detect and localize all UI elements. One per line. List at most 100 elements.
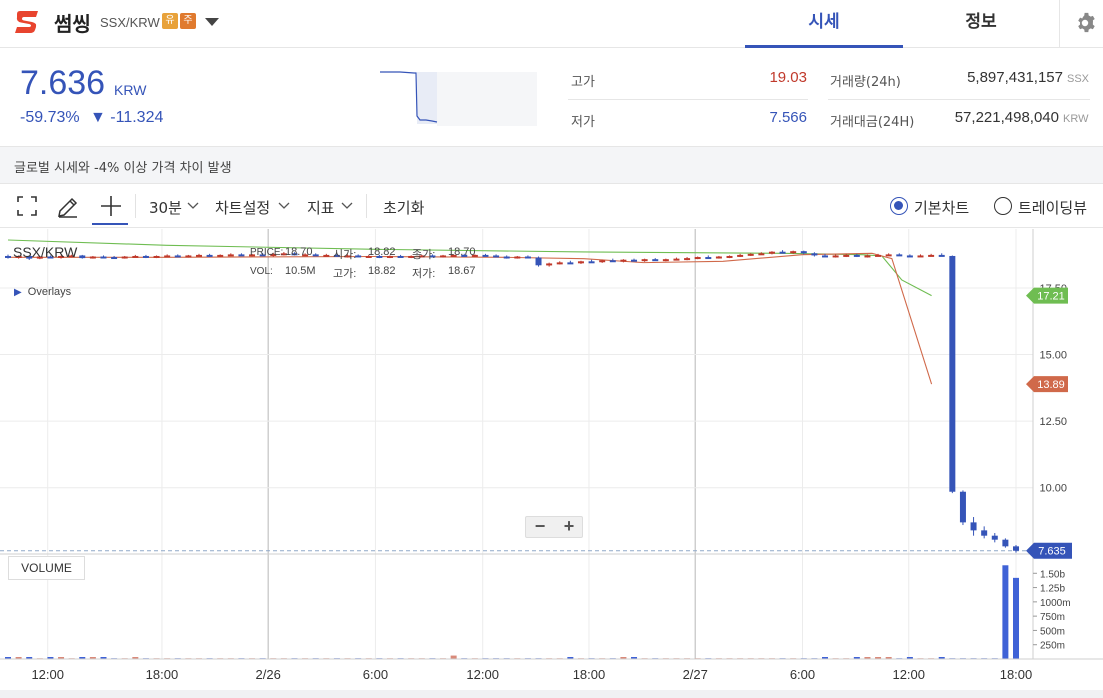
candle-body bbox=[440, 255, 447, 258]
candle-body bbox=[822, 255, 829, 258]
candle-body bbox=[174, 255, 181, 258]
y-tick-label: 12.50 bbox=[1039, 416, 1067, 428]
x-tick-label: 18:00 bbox=[146, 667, 179, 682]
tradingview-label[interactable]: 트레이딩뷰 bbox=[1018, 197, 1087, 218]
interval-select[interactable]: 30분 bbox=[149, 197, 182, 218]
info-open-label: 시가: bbox=[333, 249, 357, 261]
candle-body bbox=[195, 254, 202, 257]
indicators-menu[interactable]: 지표 bbox=[307, 197, 335, 218]
candle-body bbox=[662, 259, 669, 262]
basic-chart-label[interactable]: 기본차트 bbox=[914, 197, 969, 218]
x-tick-label: 18:00 bbox=[573, 667, 606, 682]
candle-body bbox=[111, 257, 118, 260]
candle-body bbox=[567, 262, 574, 265]
coin-header: 썸씽 SSX/KRW 유 주 시세 정보 bbox=[0, 0, 1103, 48]
gear-icon[interactable] bbox=[1074, 12, 1096, 34]
candle-body bbox=[238, 254, 245, 257]
zoom-out-button[interactable]: − bbox=[526, 517, 554, 537]
low-label: 저가 bbox=[571, 115, 595, 130]
caret-down-icon[interactable] bbox=[204, 17, 220, 27]
volume-toggle-button[interactable]: VOLUME bbox=[8, 556, 85, 580]
price-chart[interactable]: 12:00 18:00 2/26 6:00 12:00 18:00 2/27 6:00 12:0… bbox=[0, 229, 1103, 698]
info-price-value: 18.70 bbox=[285, 246, 313, 258]
candle-body bbox=[981, 530, 988, 536]
pencil-icon[interactable] bbox=[56, 195, 80, 219]
triangle-right-icon: ▶ bbox=[14, 287, 22, 298]
tab-quote[interactable]: 시세 bbox=[745, 0, 903, 48]
candle-body bbox=[493, 255, 500, 258]
x-tick-label: 2/27 bbox=[683, 667, 708, 682]
candle-body bbox=[768, 251, 775, 254]
candle-body bbox=[800, 251, 807, 254]
candle-body bbox=[535, 257, 542, 266]
change-rate: -59.73% bbox=[20, 109, 80, 126]
ma_long-price-label: 17.21 bbox=[1037, 291, 1065, 303]
candle-body bbox=[121, 256, 128, 259]
tab-info[interactable]: 정보 bbox=[903, 0, 1059, 48]
fullscreen-icon[interactable] bbox=[16, 195, 38, 217]
volume-tick-label: 1000m bbox=[1040, 598, 1071, 609]
chart-toolbar: 30분 차트설정 지표 초기화 기본차트 트레이딩뷰 bbox=[0, 184, 1103, 228]
candle-body bbox=[599, 260, 606, 263]
zoom-in-button[interactable]: + bbox=[555, 517, 583, 537]
candlestick-chart[interactable]: 12:00 18:00 2/26 6:00 12:00 18:00 2/27 6:00 12:0… bbox=[0, 229, 1103, 698]
toolbar-divider bbox=[135, 194, 136, 218]
moving-average-lines bbox=[7, 239, 933, 385]
info-high-value: 18.82 bbox=[368, 265, 396, 277]
toolbar-divider bbox=[366, 194, 367, 218]
candle-body bbox=[217, 254, 224, 257]
current-price: 7.636 bbox=[20, 64, 106, 102]
price-unit: KRW bbox=[114, 82, 147, 98]
x-tick-label: 6:00 bbox=[363, 667, 388, 682]
low-value: 7.566 bbox=[769, 109, 807, 126]
overlays-label: Overlays bbox=[27, 286, 72, 298]
crosshair-icon[interactable] bbox=[100, 195, 122, 217]
info-price-label: PRICE: bbox=[250, 247, 284, 258]
candle-body bbox=[620, 259, 627, 262]
candle-body bbox=[100, 256, 107, 259]
info-close-label: 종가: bbox=[412, 249, 436, 261]
amount-unit: KRW bbox=[1063, 113, 1089, 125]
notice-text: 글로벌 시세와 -4% 이상 가격 차이 발생 bbox=[14, 161, 232, 176]
volume-bar bbox=[1002, 565, 1009, 659]
coin-pair: SSX/KRW bbox=[100, 15, 160, 30]
basic-chart-radio[interactable] bbox=[890, 197, 908, 215]
volume-tick-label: 250m bbox=[1040, 641, 1065, 652]
y-tick-label: 10.00 bbox=[1039, 483, 1067, 495]
chart-grid bbox=[0, 229, 1033, 659]
candle-body bbox=[694, 257, 701, 260]
candle-body bbox=[715, 256, 722, 259]
candle-body bbox=[524, 256, 531, 259]
candle-body bbox=[652, 259, 659, 262]
high-value: 19.03 bbox=[769, 69, 807, 86]
zoom-controls: − + bbox=[525, 516, 583, 538]
bottom-bar bbox=[0, 690, 1103, 698]
y-tick-label: 15.00 bbox=[1039, 350, 1067, 362]
candle-body bbox=[959, 491, 966, 523]
caution-badge: 주 bbox=[180, 13, 196, 29]
tradingview-radio[interactable] bbox=[994, 197, 1012, 215]
candle-body bbox=[514, 256, 521, 259]
candle-body bbox=[949, 255, 956, 492]
candle-body bbox=[928, 254, 935, 257]
candle-body bbox=[673, 258, 680, 261]
candle-body bbox=[991, 535, 998, 540]
chevron-down-icon bbox=[341, 202, 353, 209]
info-open-value: 18.82 bbox=[368, 246, 396, 258]
info-high-label: 고가: bbox=[333, 268, 357, 280]
candle-body bbox=[142, 255, 149, 258]
candle-body bbox=[503, 256, 510, 259]
candle-body bbox=[609, 260, 616, 263]
volume-bars bbox=[5, 565, 1019, 659]
chevron-down-icon bbox=[187, 202, 199, 209]
chart-settings-menu[interactable]: 차트설정 bbox=[215, 197, 270, 218]
reset-button[interactable]: 초기화 bbox=[383, 197, 424, 218]
price-summary: 7.636 KRW -59.73% ▼ -11.324 고가 19.03 저가 … bbox=[0, 48, 1103, 146]
candle-body bbox=[843, 254, 850, 257]
candle-body bbox=[227, 254, 234, 257]
volume-tick-label: 750m bbox=[1040, 612, 1065, 623]
candle-body bbox=[864, 255, 871, 258]
amount-value: 57,221,498,040 bbox=[954, 109, 1059, 126]
candle-body bbox=[79, 255, 86, 259]
overlays-toggle[interactable]: ▶ Overlays bbox=[14, 286, 71, 298]
